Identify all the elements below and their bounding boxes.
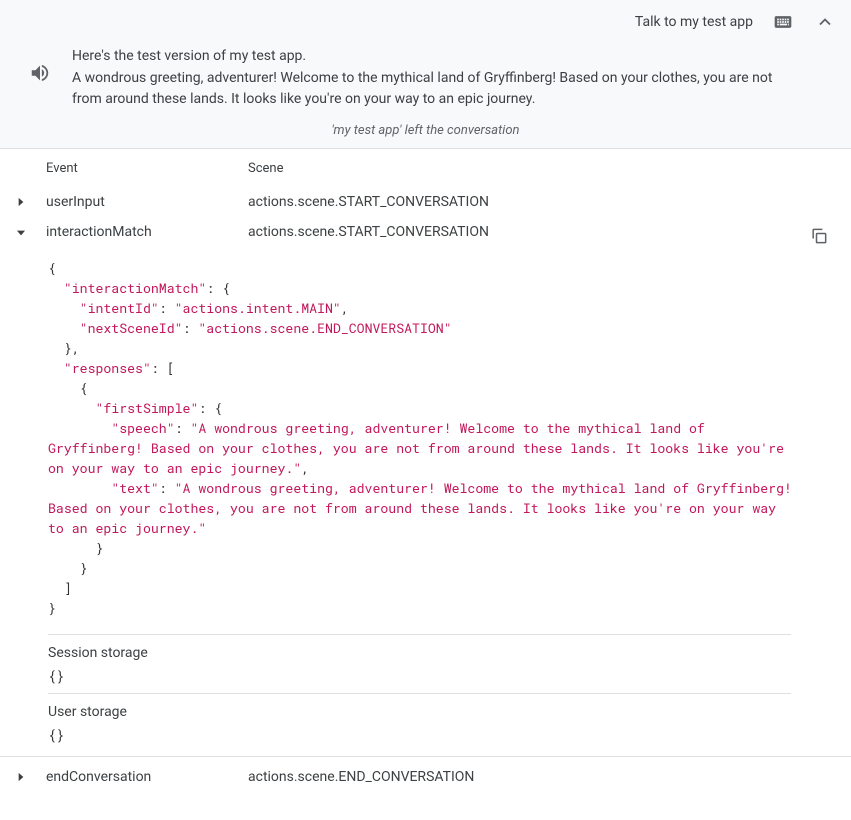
chevron-up-icon[interactable] [813, 10, 837, 34]
chevron-right-icon[interactable] [10, 195, 46, 209]
keyboard-icon[interactable] [771, 10, 795, 34]
left-conversation-notice: 'my test app' left the conversation [0, 121, 851, 148]
session-storage-value: {} [48, 667, 791, 685]
response-text-block: Here's the test version of my test app. … [72, 46, 837, 111]
conversation-header: Talk to my test app Here's the test vers… [0, 0, 851, 149]
chevron-down-icon[interactable] [10, 222, 46, 240]
copy-icon[interactable] [807, 224, 831, 248]
session-storage-section: Session storage {} [48, 634, 791, 685]
response-line-1: Here's the test version of my test app. [72, 46, 797, 68]
column-header-scene: Scene [248, 161, 837, 176]
app-title: Talk to my test app [635, 14, 753, 30]
user-storage-section: User storage {} [48, 693, 791, 744]
event-scene: actions.scene.START_CONVERSATION [248, 194, 837, 210]
assistant-response: Here's the test version of my test app. … [0, 38, 851, 121]
events-table: Event Scene userInput actions.scene.STAR… [0, 149, 851, 744]
event-row-endconversation[interactable]: endConversation actions.scene.END_CONVER… [10, 757, 837, 797]
event-name: endConversation [46, 769, 248, 785]
json-payload: { "interactionMatch": { "intentId": "act… [10, 252, 837, 626]
column-header-event: Event [46, 161, 248, 176]
header-title-row: Talk to my test app [0, 0, 851, 38]
event-scene: actions.scene.START_CONVERSATION [248, 224, 801, 240]
response-line-2: A wondrous greeting, adventurer! Welcome… [72, 68, 797, 111]
speaker-icon[interactable] [28, 46, 52, 84]
event-row-interactionmatch: interactionMatch actions.scene.START_CON… [10, 222, 837, 744]
event-name: interactionMatch [46, 224, 248, 240]
user-storage-label: User storage [48, 704, 791, 720]
event-scene: actions.scene.END_CONVERSATION [248, 769, 837, 785]
column-headers: Event Scene [10, 149, 837, 182]
event-name: userInput [46, 194, 248, 210]
session-storage-label: Session storage [48, 645, 791, 661]
chevron-right-icon[interactable] [10, 770, 46, 784]
event-row-endconversation-wrap: endConversation actions.scene.END_CONVER… [0, 756, 851, 797]
event-row-userinput[interactable]: userInput actions.scene.START_CONVERSATI… [10, 182, 837, 222]
user-storage-value: {} [48, 726, 791, 744]
